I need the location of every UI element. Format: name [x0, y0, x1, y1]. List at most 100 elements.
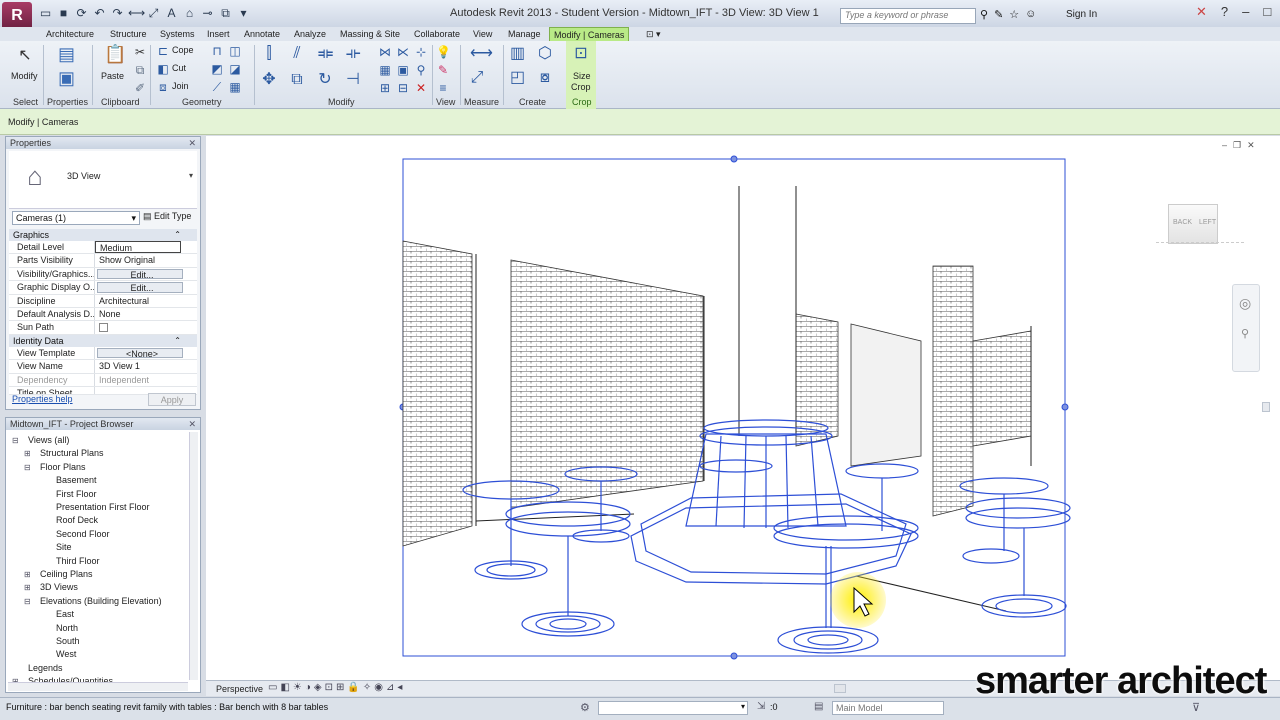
search-input[interactable]: Type a keyword or phrase — [840, 8, 976, 24]
type-selector[interactable]: ⌂ 3D View ▾ — [9, 151, 197, 209]
render-icon[interactable]: ◈ — [314, 682, 322, 693]
panel-geometry[interactable]: Geometry — [182, 97, 222, 107]
expand-icon[interactable]: ⊞ — [24, 449, 31, 458]
visual-style-icon[interactable]: ◧ — [280, 682, 289, 693]
tab-view[interactable]: View — [469, 27, 496, 41]
qat-dropdown-icon[interactable]: ▾ — [236, 6, 251, 21]
tree-item[interactable]: Floor Plans — [40, 462, 86, 472]
dimension-icon[interactable]: ⤢ — [146, 6, 161, 21]
linework-icon[interactable]: ⟋ — [210, 80, 224, 94]
tree-item[interactable]: Presentation First Floor — [56, 502, 150, 512]
view-name-field[interactable]: 3D View 1 — [95, 360, 181, 372]
favorites-star-icon[interactable]: ☆ — [1009, 8, 1019, 21]
tree-item[interactable]: South — [56, 636, 80, 646]
tab-manage[interactable]: Manage — [504, 27, 545, 41]
minimize-icon[interactable]: – — [1242, 4, 1249, 20]
array-icon[interactable]: ▦ — [378, 63, 392, 77]
section-graphics[interactable]: Graphics ⌃ — [9, 229, 197, 241]
steering-wheel-icon[interactable]: ◎ — [1239, 295, 1251, 312]
trim-icon[interactable]: ⊣ — [346, 72, 360, 88]
close-hidden-icon[interactable]: ⧉ — [218, 6, 233, 21]
view-cube[interactable]: BACK LEFT — [1168, 204, 1218, 244]
tab-overflow-icon[interactable]: ⊡ ▾ — [642, 27, 665, 41]
tree-item[interactable]: Roof Deck — [56, 515, 98, 525]
lock-3d-icon[interactable]: 🔒 — [347, 682, 359, 693]
unpin-icon[interactable]: ⊹ — [414, 45, 428, 59]
workset-icon[interactable]: ⚙ — [580, 701, 590, 714]
pin-icon[interactable]: ⚲ — [414, 63, 428, 77]
edit-type-button[interactable]: ▤ Edit Type — [143, 211, 191, 222]
detail-level-field[interactable]: Medium — [95, 241, 181, 254]
join-icon[interactable]: ⧈ — [156, 80, 170, 94]
split-face-icon[interactable]: ◫ — [228, 44, 242, 58]
copy-element-icon[interactable]: ⧉ — [290, 72, 304, 88]
wall-joins-icon[interactable]: ⊓ — [210, 44, 224, 58]
remove-paint-icon[interactable]: ▦ — [228, 80, 242, 94]
tab-analyze[interactable]: Analyze — [290, 27, 330, 41]
view-cube-back[interactable]: BACK — [1173, 219, 1192, 226]
help-icon[interactable]: ? — [1221, 4, 1228, 20]
chevron-down-icon[interactable]: ▾ — [189, 171, 193, 180]
aligned-dimension-icon[interactable]: ⤢ — [470, 70, 484, 86]
show-crop-icon[interactable]: ⊞ — [336, 682, 344, 693]
join-button[interactable]: Join — [172, 81, 189, 91]
panel-select[interactable]: Select — [13, 97, 38, 107]
cut-geometry-icon[interactable]: ◧ — [156, 62, 170, 76]
tree-item[interactable]: West — [56, 649, 76, 659]
panel-clipboard[interactable]: Clipboard — [101, 97, 140, 107]
drawing-area[interactable]: BACK LEFT ◎ ⚲ – ❐ ✕ — [206, 136, 1280, 680]
tree-item[interactable]: Ceiling Plans — [40, 569, 93, 579]
tab-annotate[interactable]: Annotate — [240, 27, 284, 41]
align-icon[interactable]: ⫿ — [262, 46, 276, 62]
view-scrollbar-handle[interactable] — [1262, 402, 1270, 412]
split-icon[interactable]: ⋈ — [378, 45, 392, 59]
scale-icon[interactable]: ▣ — [396, 63, 410, 77]
panel-crop[interactable]: Crop — [572, 97, 592, 107]
tab-massing-site[interactable]: Massing & Site — [336, 27, 404, 41]
paint-icon[interactable]: ◩ — [210, 62, 224, 76]
create-parts-icon[interactable]: ⬡ — [538, 46, 552, 62]
mirror-draw-icon[interactable]: ⟛ — [346, 46, 361, 62]
measure-between-icon[interactable]: ⟷ — [470, 46, 493, 62]
exchange-icon[interactable]: ✕ — [1196, 4, 1207, 20]
scroll-left-icon[interactable]: ◂ — [397, 682, 402, 693]
expand-icon[interactable]: ⊞ — [24, 570, 31, 579]
close-icon[interactable]: ✕ — [188, 137, 196, 149]
crop-grip-right[interactable] — [1061, 403, 1069, 411]
copy-icon[interactable]: ⧉ — [133, 63, 147, 77]
section-identity[interactable]: Identity Data ⌃ — [9, 334, 197, 347]
cope-icon[interactable]: ⊏ — [156, 44, 170, 58]
design-options-icon[interactable]: ▤ — [814, 701, 823, 712]
crop-grip-bottom[interactable] — [730, 652, 738, 660]
paste-button[interactable]: Paste — [101, 71, 124, 81]
tab-architecture[interactable]: Architecture — [42, 27, 98, 41]
hide-bulb-icon[interactable]: 💡 — [436, 45, 451, 59]
move-icon[interactable]: ✥ — [262, 72, 276, 88]
close-icon[interactable]: ✕ — [188, 418, 196, 430]
instance-filter-select[interactable]: Cameras (1) ▾ — [12, 211, 140, 225]
tree-item[interactable]: Structural Plans — [40, 448, 104, 458]
collapse-icon[interactable]: ⊟ — [24, 463, 31, 472]
collapse-icon[interactable]: ⊟ — [12, 436, 19, 445]
editing-requests-icon[interactable]: ⇲ — [757, 701, 765, 712]
rotate-icon[interactable]: ↻ — [318, 72, 332, 88]
panel-view[interactable]: View — [436, 97, 455, 107]
properties-help-link[interactable]: Properties help — [12, 394, 73, 404]
create-group-icon[interactable]: ◰ — [510, 70, 525, 86]
brick-column-right[interactable] — [932, 265, 974, 517]
restore-icon[interactable]: ❐ — [1233, 140, 1241, 151]
vertical-scrollbar[interactable] — [189, 432, 198, 680]
demolish-icon[interactable]: ◪ — [228, 62, 242, 76]
visibility-edit-button[interactable]: Edit... — [97, 268, 183, 280]
create-assembly-icon[interactable]: ▥ — [510, 46, 525, 62]
brick-wall-center[interactable] — [510, 259, 704, 509]
size-crop-icon[interactable]: ⊡ — [574, 46, 588, 62]
modify-button[interactable]: Modify — [11, 71, 38, 81]
undo-icon[interactable]: ↶ — [92, 6, 107, 21]
sign-in-link[interactable]: Sign In — [1066, 9, 1097, 20]
brick-wall-left[interactable] — [402, 240, 473, 547]
open-icon[interactable]: ▭ — [38, 6, 53, 21]
minimize-icon[interactable]: – — [1222, 140, 1227, 151]
horizontal-scrollbar-handle[interactable] — [834, 684, 846, 693]
tree-item[interactable]: First Floor — [56, 489, 97, 499]
